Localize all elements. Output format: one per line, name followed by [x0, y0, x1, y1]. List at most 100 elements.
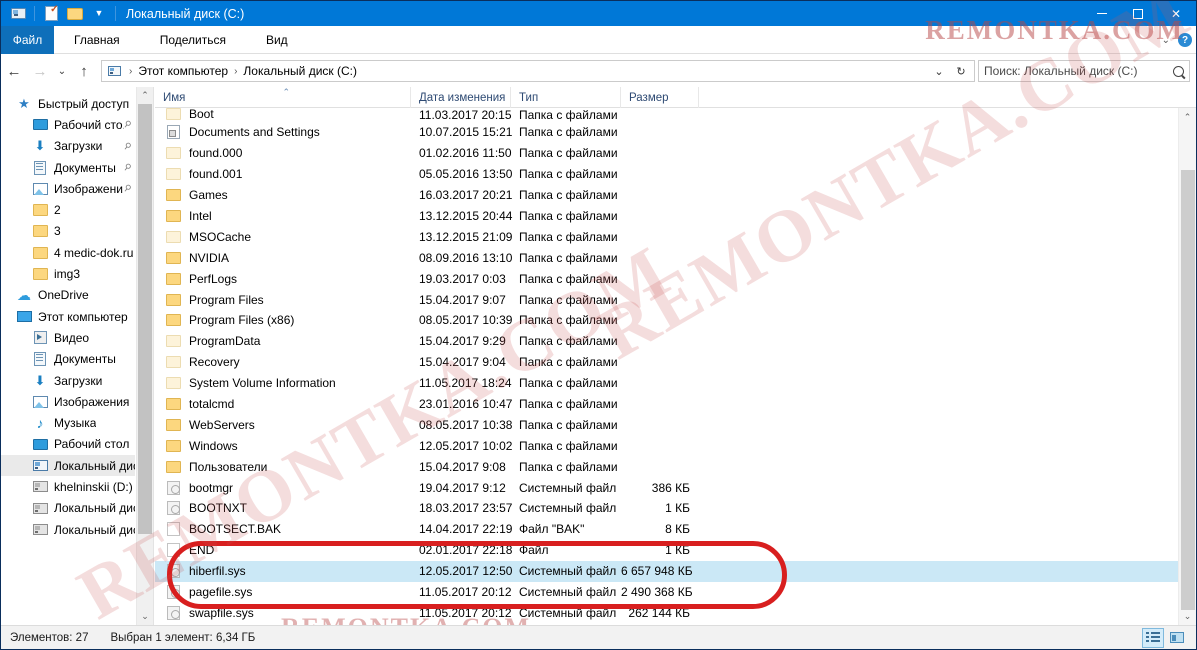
table-row[interactable]: END 02.01.2017 22:18 Файл 1 КБ [155, 540, 1178, 561]
table-row[interactable]: Windows 12.05.2017 10:02 Папка с файлами [155, 435, 1178, 456]
sidebar-item-11[interactable]: Видео [1, 327, 135, 348]
minimize-button[interactable] [1084, 1, 1120, 26]
search-input[interactable]: Поиск: Локальный диск (C:) [984, 64, 1169, 78]
table-row[interactable]: found.001 05.05.2016 13:50 Папка с файлами [155, 164, 1178, 185]
list-scroll-thumb[interactable] [1181, 170, 1195, 610]
sidebar-scroll-up-icon[interactable]: ⌃ [137, 87, 153, 104]
table-row[interactable]: Program Files 15.04.2017 9:07 Папка с файл… [155, 289, 1178, 310]
tab-file[interactable]: Файл [1, 26, 54, 54]
table-row[interactable]: totalcmd 23.01.2016 10:47 Папка с файлами [155, 394, 1178, 415]
close-button[interactable]: ✕ [1156, 1, 1196, 26]
sidebar-scroll-down-icon[interactable]: ⌄ [137, 608, 153, 625]
properties-icon[interactable] [41, 4, 61, 24]
customize-qat-chevron-icon[interactable]: ▼ [89, 4, 109, 24]
sidebar-item-0[interactable]: ★ Быстрый доступ [1, 93, 135, 114]
sidebar-item-3[interactable]: Документы ⚲ [1, 157, 135, 178]
recent-locations-chevron-icon[interactable]: ⌄ [53, 58, 71, 84]
status-selection-info: Выбран 1 элемент: 6,34 ГБ [110, 631, 256, 644]
pin-icon[interactable]: ⚲ [122, 140, 133, 153]
column-header-date[interactable]: Дата изменения [411, 87, 511, 108]
list-scroll-up-icon[interactable]: ⌃ [1179, 108, 1196, 126]
breadcrumb-this-pc[interactable]: Этот компьютер [135, 64, 231, 78]
maximize-button[interactable] [1120, 1, 1156, 26]
table-row[interactable]: Boot 11.03.2017 20:15 Папка с файлами [155, 108, 1178, 122]
expand-ribbon-chevron-icon[interactable]: ⌄ [1162, 35, 1170, 46]
up-button[interactable]: ↑ [71, 58, 97, 84]
table-row[interactable]: WebServers 08.05.2017 10:38 Папка с файлам… [155, 414, 1178, 435]
table-row[interactable]: PerfLogs 19.03.2017 0:03 Папка с файлами [155, 268, 1178, 289]
sidebar-item-1[interactable]: Рабочий сто. ⚲ [1, 114, 135, 135]
table-row[interactable]: swapfile.sys 11.05.2017 20:12 Системный фа… [155, 602, 1178, 623]
file-name: PerfLogs [189, 271, 238, 286]
table-row[interactable]: Program Files (x86) 08.05.2017 10:39 Папка… [155, 310, 1178, 331]
table-row[interactable]: NVIDIA 08.09.2016 13:10 Папка с файлами [155, 247, 1178, 268]
help-icon[interactable]: ? [1178, 33, 1192, 47]
sidebar-item-6[interactable]: 3 [1, 221, 135, 242]
sidebar-item-12[interactable]: Документы [1, 349, 135, 370]
sidebar-item-2[interactable]: ⬇ Загрузки ⚲ [1, 136, 135, 157]
table-row[interactable]: Games 16.03.2017 20:21 Папка с файлами [155, 185, 1178, 206]
sidebar-item-17[interactable]: Локальный дис [1, 455, 135, 477]
table-row[interactable]: Documents and Settings 10.07.2015 15:21 Па… [155, 122, 1178, 143]
table-row[interactable]: pagefile.sys 11.05.2017 20:12 Системный фа… [155, 582, 1178, 603]
back-button[interactable]: ← [1, 58, 27, 84]
column-header-type[interactable]: Тип [511, 87, 621, 108]
file-list-scrollbar[interactable]: ⌃ ⌄ [1178, 108, 1196, 625]
details-view-icon[interactable] [1142, 627, 1164, 648]
table-row[interactable]: System Volume Information 11.05.2017 18:2… [155, 373, 1178, 394]
table-row[interactable]: Recovery 15.04.2017 9:04 Папка с файлами [155, 352, 1178, 373]
tab-share[interactable]: Поделиться [140, 26, 246, 54]
sidebar-item-18[interactable]: khelninskii (D:) [1, 476, 135, 497]
tab-view[interactable]: Вид [246, 26, 308, 54]
list-scroll-down-icon[interactable]: ⌄ [1179, 607, 1196, 625]
folder-icon [31, 245, 49, 261]
refresh-icon[interactable]: ↻ [950, 60, 972, 82]
breadcrumb-local-disk[interactable]: Локальный диск (C:) [240, 64, 360, 78]
table-row[interactable]: ProgramData 15.04.2017 9:29 Папка с файлам… [155, 331, 1178, 352]
drive-icon[interactable] [8, 4, 28, 24]
sidebar-item-19[interactable]: Локальный дис [1, 498, 135, 519]
column-header-name[interactable]: Имя ⌃ [155, 87, 411, 108]
toolbar-divider [115, 6, 116, 21]
tiles-view-icon[interactable] [1166, 628, 1188, 648]
file-name-cell: BOOTSECT.BAK [155, 521, 411, 537]
table-row[interactable]: hiberfil.sys 12.05.2017 12:50 Системный фа… [155, 560, 1178, 582]
file-type: Папка с файлами [519, 167, 618, 182]
table-row[interactable]: Intel 13.12.2015 20:44 Папка с файлами [155, 206, 1178, 227]
forward-button[interactable]: → [27, 58, 53, 84]
sidebar-item-5[interactable]: 2 [1, 199, 135, 220]
file-name-cell: pagefile.sys [155, 584, 411, 600]
address-breadcrumb-field[interactable]: › Этот компьютер › Локальный диск (C:) ⌄… [101, 60, 975, 82]
sidebar-item-4[interactable]: Изображени ⚲ [1, 178, 135, 199]
sidebar-item-20[interactable]: Локальный дис [1, 519, 135, 540]
sidebar-item-10[interactable]: Этот компьютер [1, 306, 135, 327]
address-dropdown-chevron-icon[interactable]: ⌄ [928, 60, 950, 82]
search-icon[interactable] [1170, 63, 1187, 79]
sidebar-item-14[interactable]: Изображения [1, 391, 135, 412]
column-header-size[interactable]: Размер [621, 87, 699, 108]
tab-home[interactable]: Главная [54, 26, 140, 54]
table-row[interactable]: bootmgr 19.04.2017 9:12 Системный файл 386 … [155, 477, 1178, 498]
new-folder-icon[interactable] [65, 4, 85, 24]
sidebar-item-7[interactable]: 4 medic-dok.ru [1, 242, 135, 263]
sidebar-item-13[interactable]: ⬇ Загрузки [1, 370, 135, 391]
table-row[interactable]: found.000 01.02.2016 11:50 Папка с файлами [155, 143, 1178, 164]
folder-icon [164, 208, 182, 224]
pin-icon[interactable]: ⚲ [122, 182, 133, 195]
table-row[interactable]: BOOTSECT.BAK 14.04.2017 22:19 Файл "BAK" 8 … [155, 519, 1178, 540]
file-name: Windows [189, 438, 238, 453]
ribbon-right-tools: ⌄ ? [1162, 26, 1192, 54]
pin-icon[interactable]: ⚲ [122, 161, 133, 174]
sidebar-scroll-thumb[interactable] [138, 104, 152, 534]
search-box[interactable]: Поиск: Локальный диск (C:) [978, 60, 1190, 82]
file-name: Games [189, 188, 228, 203]
file-name-cell: Intel [155, 208, 411, 224]
table-row[interactable]: MSOCache 13.12.2015 21:09 Папка с файлами [155, 226, 1178, 247]
sidebar-item-15[interactable]: ♪ Музыка [1, 412, 135, 433]
table-row[interactable]: Пользователи 15.04.2017 9:08 Папка с файла… [155, 456, 1178, 477]
table-row[interactable]: BOOTNXT 18.03.2017 23:57 Системный файл 1 К… [155, 498, 1178, 519]
sidebar-item-16[interactable]: Рабочий стол [1, 434, 135, 455]
sidebar-scrollbar[interactable]: ⌃ ⌄ [136, 87, 153, 625]
sidebar-item-9[interactable]: ☁ OneDrive [1, 285, 135, 306]
sidebar-item-8[interactable]: img3 [1, 263, 135, 284]
